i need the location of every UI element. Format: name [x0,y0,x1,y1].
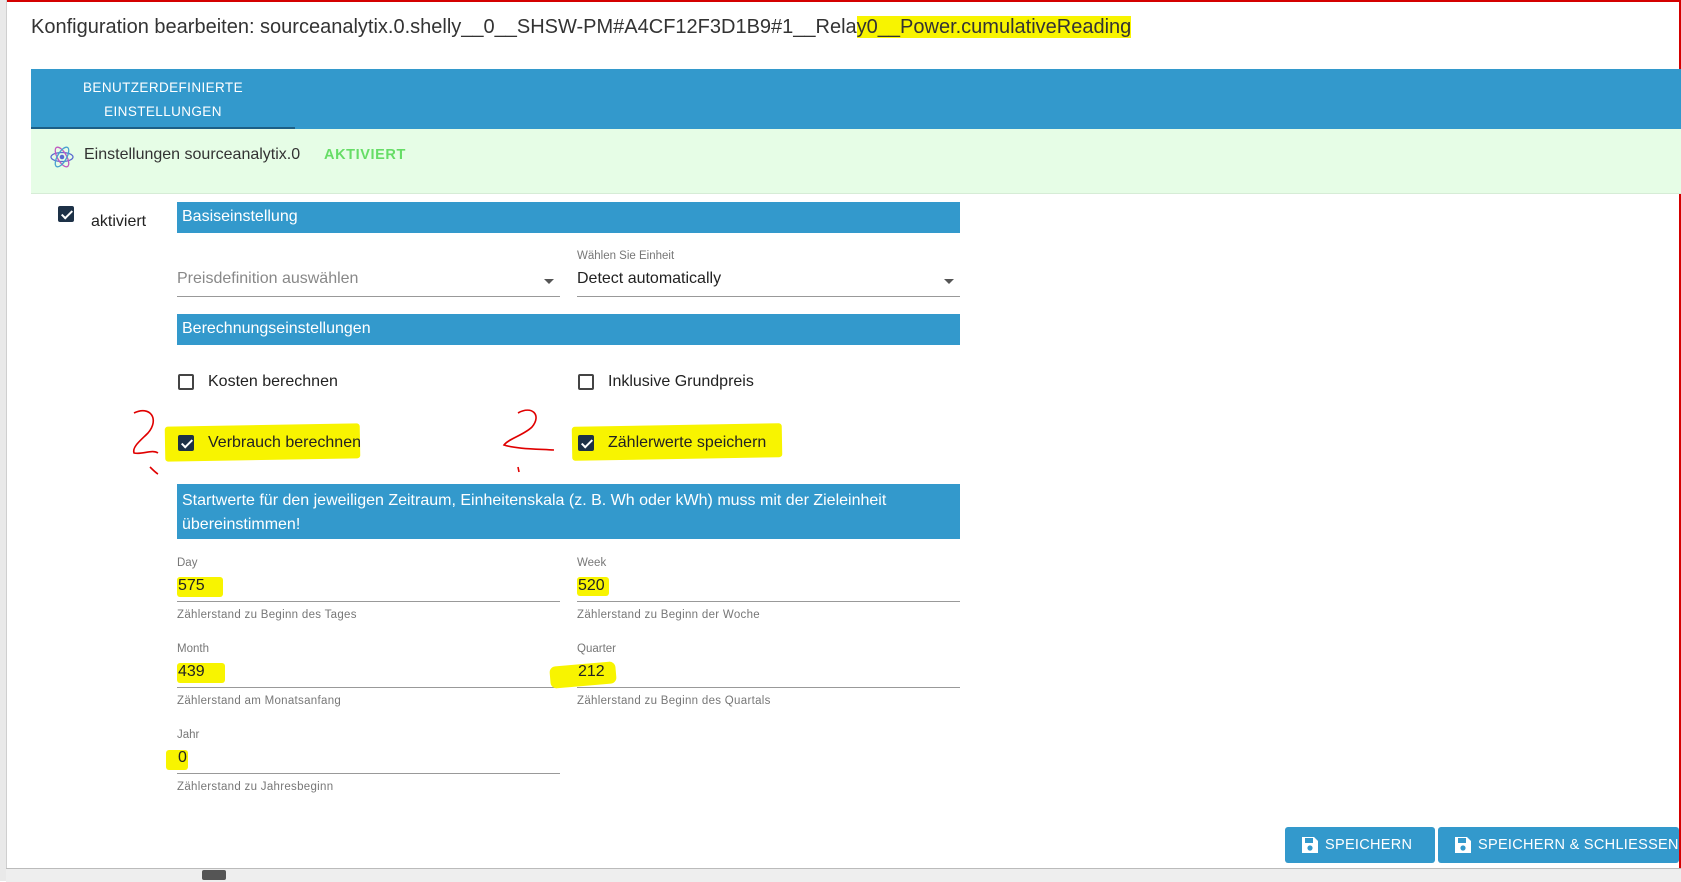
quarter-label: Quarter [577,643,616,655]
quarter-helper: Zählerstand zu Beginn des Quartals [577,695,771,707]
adapter-settings-label: Einstellungen sourceanalytix.0 [84,146,301,163]
floppy-disk-icon [1302,837,1318,853]
unit-select[interactable]: Detect automatically [577,267,960,297]
dialog-title: Konfiguration bearbeiten: sourceanalytix… [31,16,1132,38]
section-calculation-header: Berechnungseinstellungen [177,314,960,345]
calc-consumption-label: Verbrauch berechnen [208,434,361,451]
window-top-edge [0,0,1681,2]
week-input[interactable]: 520 [577,574,960,602]
include-base-price-label: Inklusive Grundpreis [608,373,754,390]
price-definition-select[interactable]: Preisdefinition auswählen [177,267,560,297]
folder-icon [202,870,226,880]
enabled-checkbox[interactable] [58,206,74,222]
year-label: Jahr [177,729,200,741]
include-base-price-checkbox[interactable] [578,374,594,390]
background-window-edge [0,0,7,881]
chevron-down-icon [944,279,954,284]
tab-custom-settings[interactable]: BENUTZERDEFINIERTE EINSTELLUNGEN [31,69,295,129]
background-list-strip [6,868,1681,882]
save-meter-values-label: Zählerwerte speichern [608,434,767,451]
atom-icon [50,146,74,168]
month-input[interactable]: 439 [177,660,560,688]
year-input[interactable]: 0 [177,746,560,774]
week-label: Week [577,557,607,569]
quarter-input[interactable]: 212 [577,660,960,688]
chevron-down-icon [544,279,554,284]
adapter-status-bar: Einstellungen sourceanalytix.0 AKTIVIERT [31,129,1681,194]
annotation-squiggle [502,409,555,473]
unit-select-label: Wählen Sie Einheit [577,250,675,262]
section-basic-header: Basiseinstellung [177,202,960,233]
save-meter-values-checkbox[interactable] [578,435,594,451]
day-helper: Zählerstand zu Beginn des Tages [177,609,357,621]
calc-costs-label: Kosten berechnen [208,373,338,390]
day-input[interactable]: 575 [177,574,560,602]
save-button[interactable]: SPEICHERN [1285,827,1435,863]
month-helper: Zählerstand am Monatsanfang [177,695,342,707]
calc-costs-checkbox[interactable] [178,374,194,390]
year-helper: Zählerstand zu Jahresbeginn [177,781,334,793]
tab-bar: BENUTZERDEFINIERTE EINSTELLUNGEN [31,69,1681,129]
day-label: Day [177,557,198,569]
title-highlight: y0__Power.cumulativeReading [856,16,1132,38]
save-close-button[interactable]: SPEICHERN & SCHLIESSEN [1438,827,1679,863]
annotation-squiggle [132,409,159,475]
month-label: Month [177,643,209,655]
enabled-label: aktiviert [91,213,147,230]
section-start-values-header: Startwerte für den jeweiligen Zeitraum, … [177,484,960,539]
week-helper: Zählerstand zu Beginn der Woche [577,609,760,621]
floppy-disk-icon [1455,837,1471,853]
calc-consumption-checkbox[interactable] [178,435,194,451]
status-badge: AKTIVIERT [324,147,406,163]
